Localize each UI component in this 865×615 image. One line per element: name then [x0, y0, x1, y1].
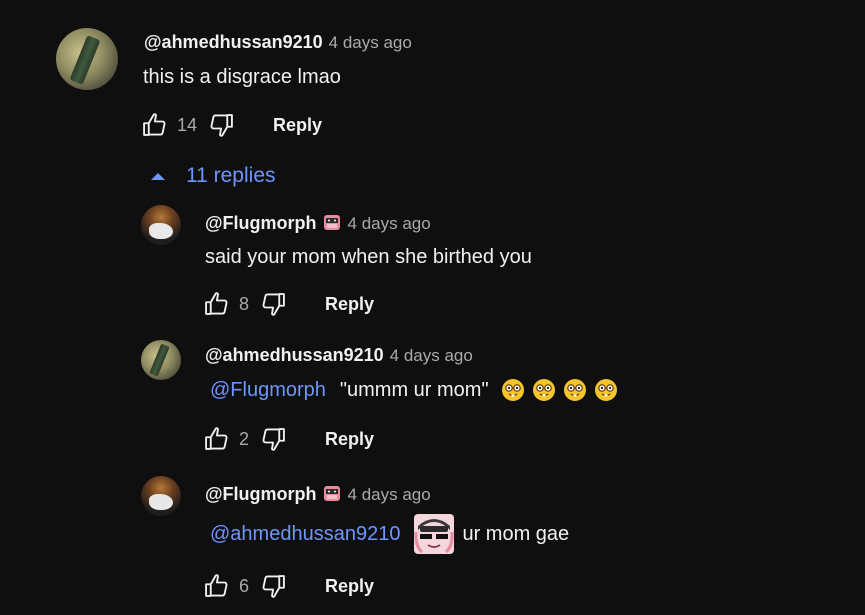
nerd-face-icon: [563, 378, 587, 402]
nerd-face-icon: [501, 378, 525, 402]
reply-text: said your mom when she birthed you: [205, 246, 532, 268]
user-avatar-icon[interactable]: [141, 476, 181, 516]
like-icon[interactable]: [139, 110, 169, 140]
reply-button[interactable]: Reply: [325, 294, 374, 315]
user-avatar-icon[interactable]: [141, 340, 181, 380]
reply-timestamp[interactable]: 4 days ago: [390, 346, 473, 366]
sticker-emoji-icon: [414, 514, 454, 554]
like-icon[interactable]: [201, 424, 231, 454]
reply-author[interactable]: @Flugmorph: [205, 484, 317, 505]
reply-author[interactable]: @ahmedhussan9210: [205, 345, 384, 366]
replies-toggle-button[interactable]: 11 replies: [150, 164, 276, 188]
reply-actions: 2 Reply: [201, 424, 374, 454]
nerd-face-icon: [594, 378, 618, 402]
like-count: 6: [239, 575, 250, 596]
dislike-icon[interactable]: [207, 110, 237, 140]
reply-author[interactable]: @Flugmorph: [205, 213, 317, 234]
reply-timestamp[interactable]: 4 days ago: [348, 485, 431, 505]
mention-link[interactable]: @Flugmorph: [210, 379, 326, 402]
comment-text: this is a disgrace lmao: [143, 66, 341, 88]
reply-button[interactable]: Reply: [325, 429, 374, 450]
like-count: 2: [239, 428, 250, 449]
member-badge-icon: [322, 483, 342, 503]
reply-header: @Flugmorph 4 days ago: [205, 209, 431, 234]
like-count: 14: [177, 114, 198, 135]
reply-button[interactable]: Reply: [273, 115, 322, 136]
like-icon[interactable]: [201, 571, 231, 601]
reply-text: "ummm ur mom": [339, 378, 489, 401]
replies-count-label: 11 replies: [186, 164, 276, 187]
mention-link[interactable]: @ahmedhussan9210: [210, 523, 400, 546]
reply-actions: 6 Reply: [201, 571, 374, 601]
member-badge-icon: [322, 212, 342, 232]
reply-actions: 8 Reply: [201, 289, 374, 319]
caret-up-icon: [151, 173, 165, 180]
user-avatar-icon[interactable]: [56, 28, 118, 90]
nerd-face-icon: [532, 378, 556, 402]
dislike-icon[interactable]: [259, 571, 289, 601]
reply-header: @Flugmorph 4 days ago: [205, 480, 431, 505]
comment-thread: @ahmedhussan9210 4 days ago this is a di…: [0, 0, 865, 615]
comment-timestamp[interactable]: 4 days ago: [329, 33, 412, 53]
reply-timestamp[interactable]: 4 days ago: [348, 214, 431, 234]
reply-text: ur mom gae: [462, 522, 570, 545]
like-icon[interactable]: [201, 289, 231, 319]
reply-header: @ahmedhussan9210 4 days ago: [205, 345, 473, 366]
reply-button[interactable]: Reply: [325, 576, 374, 597]
user-avatar-icon[interactable]: [141, 205, 181, 245]
reply-text-row: @Flugmorph "ummm ur mom": [210, 378, 618, 402]
comment-author[interactable]: @ahmedhussan9210: [144, 32, 323, 53]
comment-actions: 14 Reply: [139, 110, 322, 140]
like-count: 8: [239, 293, 250, 314]
comment-header: @ahmedhussan9210 4 days ago: [144, 32, 412, 53]
dislike-icon[interactable]: [259, 424, 289, 454]
reply-text-row: @ahmedhussan9210 ur mom gae: [210, 514, 569, 554]
dislike-icon[interactable]: [259, 289, 289, 319]
